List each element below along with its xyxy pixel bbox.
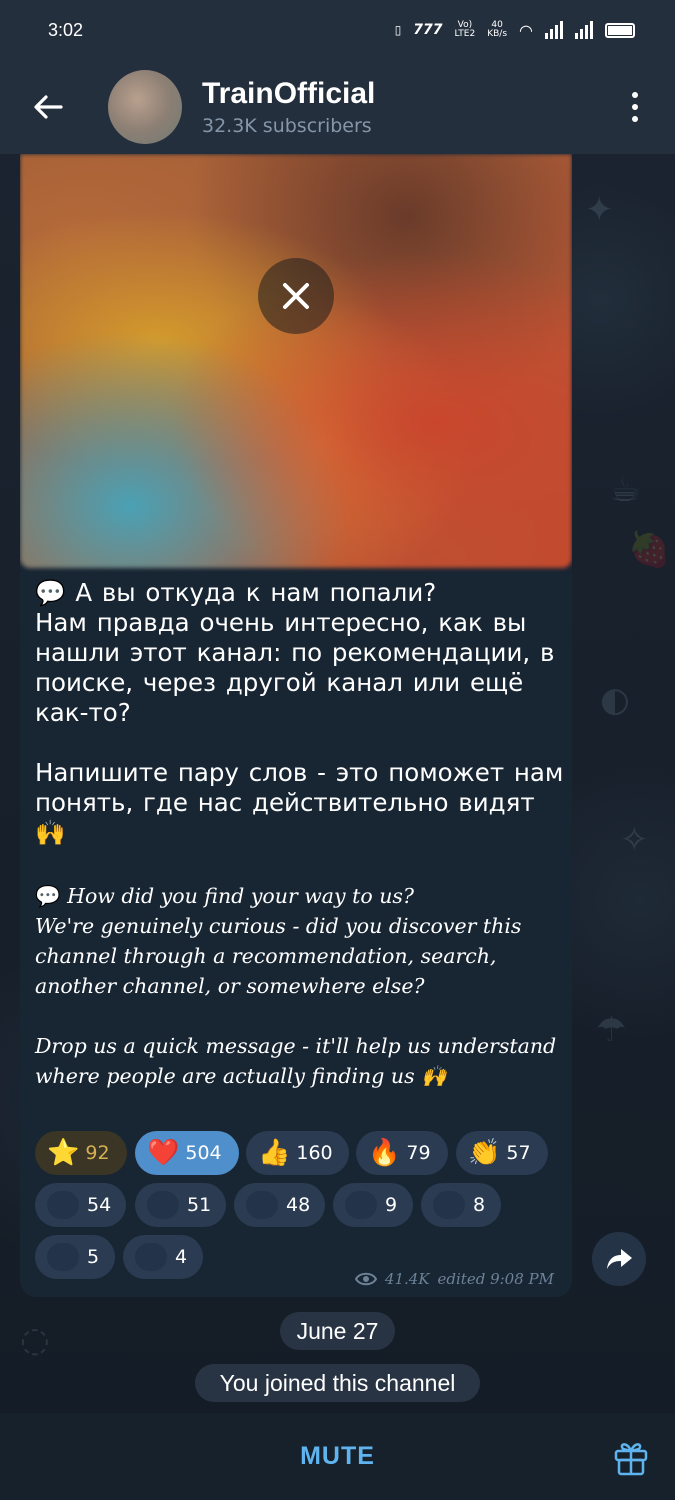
- gift-icon: [614, 1443, 648, 1476]
- volte-indicator: Vo) LTE2: [454, 20, 476, 39]
- clap-icon: 👏: [468, 1138, 501, 1168]
- fire-icon: 🔥: [368, 1138, 401, 1168]
- cancel-download-button[interactable]: [258, 258, 334, 334]
- custom-emoji-icon: [345, 1191, 377, 1219]
- reaction-star[interactable]: ⭐ 92: [35, 1131, 127, 1175]
- share-arrow-icon: [607, 1249, 632, 1269]
- status-time: 3:02: [48, 19, 84, 40]
- reaction-count: 9: [385, 1194, 398, 1216]
- status-icons: ▯ 777 Vo) LTE2 40 KB/s ◠: [395, 21, 635, 40]
- message-bubble[interactable]: 💬 А вы откуда к нам попали? Нам правда о…: [20, 154, 572, 1297]
- custom-emoji-icon: [147, 1191, 179, 1219]
- wifi-icon: ◠: [519, 20, 533, 40]
- reaction-count: 48: [286, 1194, 311, 1216]
- subscriber-count: 32.3K subscribers: [202, 115, 372, 137]
- date-label: June 27: [296, 1317, 379, 1344]
- thumbs-up-icon: 👍: [258, 1138, 291, 1168]
- message-paragraph: We're genuinely curious - did you discov…: [35, 914, 522, 998]
- reaction-count: 54: [87, 1194, 112, 1216]
- eye-icon: [354, 1272, 377, 1286]
- star-icon: ⭐: [47, 1138, 80, 1168]
- network-speed: 40 KB/s: [487, 20, 508, 39]
- reaction-custom[interactable]: 51: [135, 1183, 226, 1227]
- date-chip: June 27: [280, 1312, 395, 1350]
- speech-bubble-icon: 💬: [35, 884, 61, 908]
- reaction-count: 160: [296, 1142, 333, 1164]
- message-meta: 41.4K edited 9:08 PM: [354, 1270, 554, 1288]
- doodle-icon: ☕: [610, 470, 641, 510]
- reaction-heart[interactable]: ❤️ 504: [135, 1131, 239, 1175]
- reaction-custom[interactable]: 9: [333, 1183, 413, 1227]
- message-paragraph: Напишите пару слов - это поможет нам пон…: [35, 758, 564, 847]
- message-text-en: 💬 How did you find your way to us? We're…: [35, 881, 565, 1091]
- reaction-count: 5: [87, 1246, 100, 1268]
- heart-icon: ❤️: [147, 1138, 180, 1168]
- custom-emoji-icon: [135, 1243, 167, 1271]
- doodle-icon: ✦: [585, 190, 614, 230]
- view-count: 41.4K: [384, 1270, 430, 1288]
- close-icon: [283, 283, 309, 309]
- reaction-custom[interactable]: 4: [123, 1235, 203, 1279]
- service-message: You joined this channel: [195, 1364, 480, 1402]
- reaction-count: 504: [185, 1142, 222, 1164]
- reaction-count: 57: [506, 1142, 531, 1164]
- forward-button[interactable]: [592, 1232, 646, 1286]
- reaction-fire[interactable]: 🔥 79: [356, 1131, 448, 1175]
- doodle-icon: 🍓: [628, 530, 671, 570]
- signal-icon: [545, 21, 563, 39]
- service-message-text: You joined this channel: [219, 1369, 456, 1396]
- reaction-count: 51: [187, 1194, 212, 1216]
- custom-emoji-icon: [47, 1191, 79, 1219]
- more-vertical-icon: [632, 92, 638, 122]
- chat-header: TrainOfficial 32.3K subscribers: [0, 60, 675, 154]
- more-options-button[interactable]: [595, 60, 675, 154]
- reaction-thumbs-up[interactable]: 👍 160: [246, 1131, 349, 1175]
- vibrate-icon: ▯: [394, 23, 402, 37]
- signal-icon: [575, 21, 593, 39]
- bottom-bar: MUTE: [0, 1413, 675, 1500]
- message-text-ru: 💬 А вы откуда к нам попали? Нам правда о…: [35, 578, 565, 848]
- doodle-icon: ✧: [620, 820, 649, 860]
- gift-button[interactable]: [611, 1437, 651, 1477]
- arrow-left-icon: [34, 95, 63, 119]
- carrier-icon: 777: [413, 22, 443, 38]
- reaction-count: 4: [175, 1246, 188, 1268]
- speech-bubble-icon: 💬: [35, 578, 66, 607]
- channel-info[interactable]: TrainOfficial 32.3K subscribers: [202, 77, 375, 137]
- doodle-icon: ◌: [20, 1320, 50, 1360]
- reaction-count: 79: [406, 1142, 431, 1164]
- channel-title: TrainOfficial: [202, 77, 376, 110]
- media-preview[interactable]: [20, 154, 572, 568]
- reaction-count: 8: [473, 1194, 486, 1216]
- message-paragraph: Нам правда очень интересно, как вы нашли…: [35, 608, 555, 727]
- status-bar: 3:02 ▯ 777 Vo) LTE2 40 KB/s ◠: [0, 0, 675, 60]
- reaction-custom[interactable]: 54: [35, 1183, 126, 1227]
- edited-time: edited 9:08 PM: [437, 1270, 554, 1288]
- reaction-custom[interactable]: 48: [234, 1183, 325, 1227]
- doodle-icon: ☂: [596, 1010, 627, 1050]
- reaction-count: 92: [85, 1142, 110, 1164]
- message-paragraph: How did you find your way to us?: [67, 884, 414, 908]
- custom-emoji-icon: [47, 1243, 79, 1271]
- battery-icon: [605, 22, 635, 38]
- back-button[interactable]: [0, 60, 96, 154]
- custom-emoji-icon: [246, 1191, 278, 1219]
- custom-emoji-icon: [433, 1191, 465, 1219]
- reaction-custom[interactable]: 5: [35, 1235, 115, 1279]
- doodle-icon: ◐: [600, 680, 630, 720]
- reaction-clap[interactable]: 👏 57: [456, 1131, 548, 1175]
- message-paragraph: А вы откуда к нам попали?: [75, 578, 437, 607]
- message-paragraph: Drop us a quick message - it'll help us …: [35, 1034, 557, 1088]
- mute-button[interactable]: MUTE: [300, 1442, 375, 1471]
- reaction-custom[interactable]: 8: [421, 1183, 501, 1227]
- channel-avatar[interactable]: [108, 70, 182, 144]
